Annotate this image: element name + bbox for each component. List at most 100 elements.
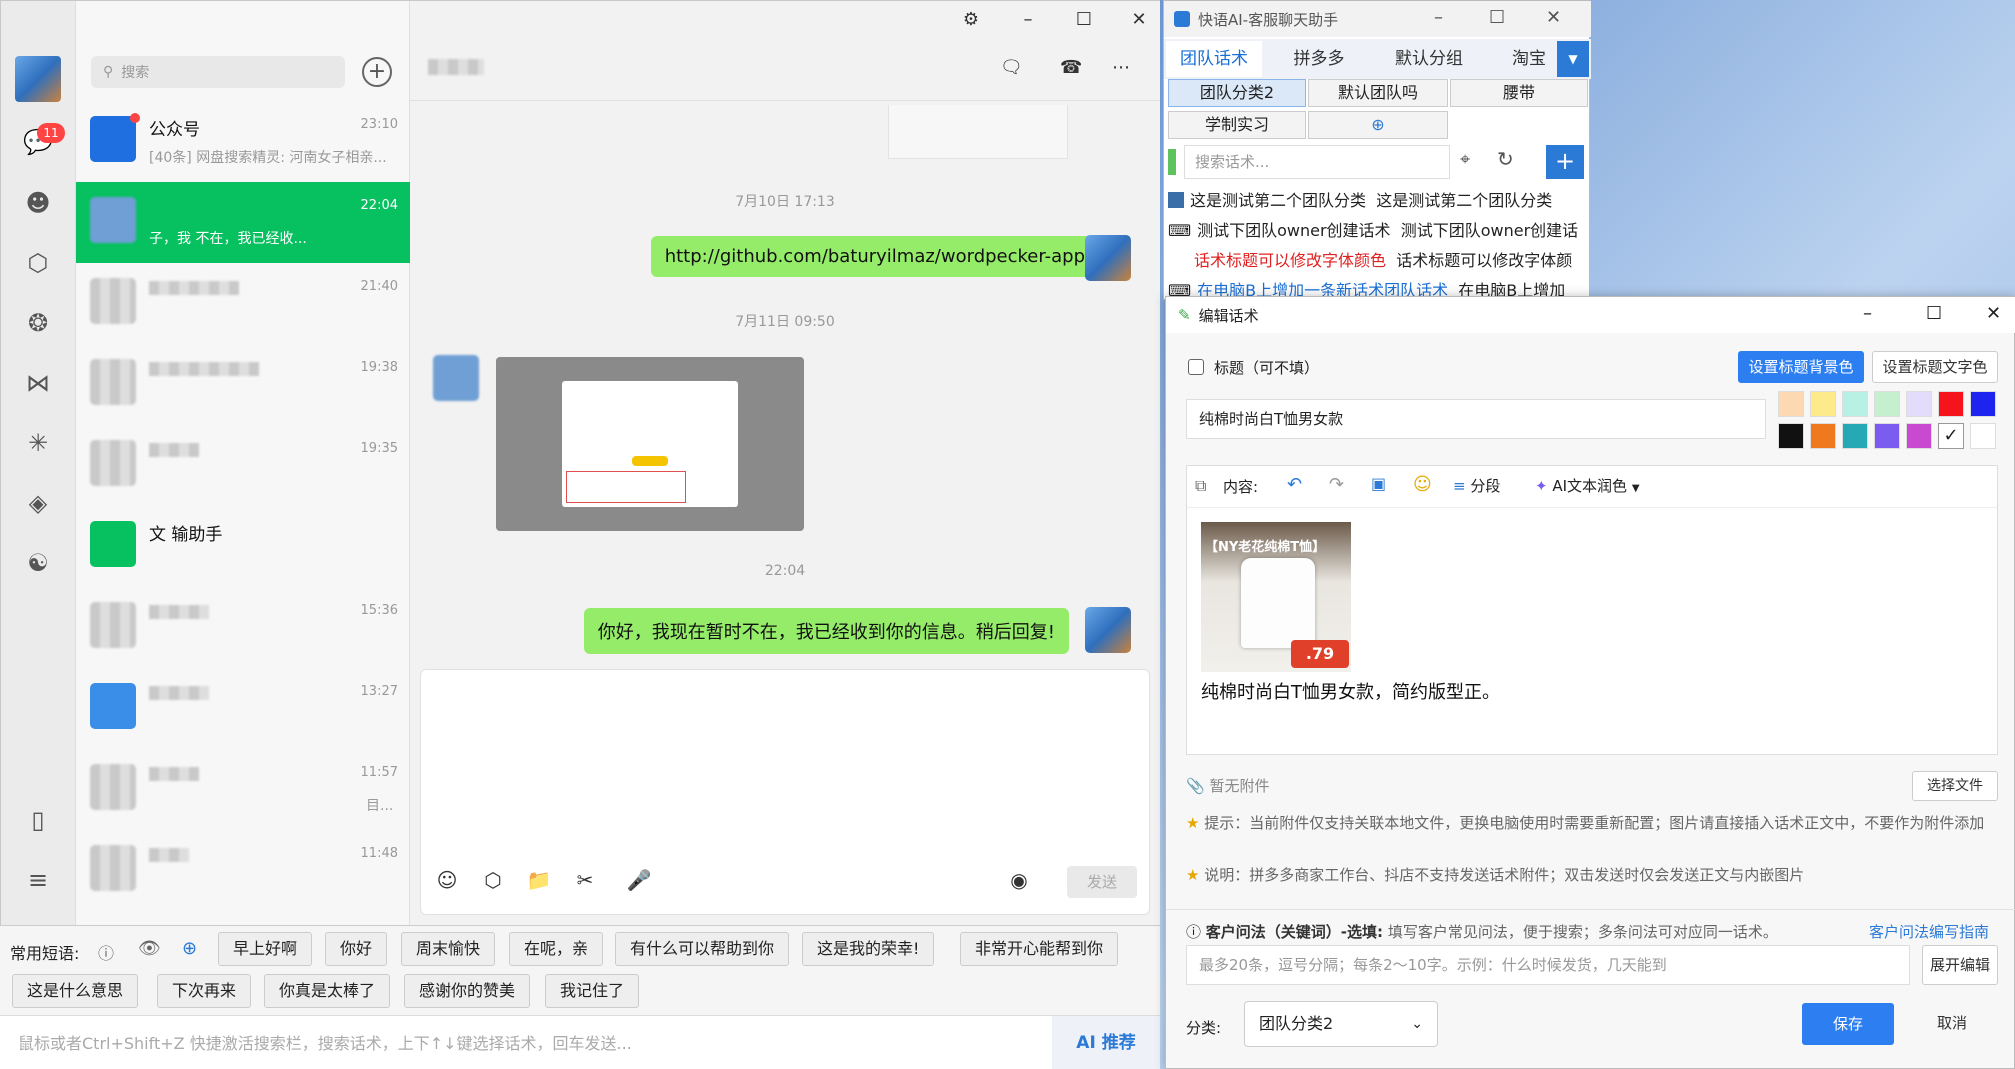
phrase-chip[interactable]: 在呢，亲 xyxy=(509,932,604,966)
send-button[interactable]: 发送 xyxy=(1067,866,1137,898)
script-search-input[interactable]: 搜索话术... xyxy=(1184,145,1450,179)
tab-pinduoduo[interactable]: 拼多多 xyxy=(1274,41,1364,77)
ai-recommend-button[interactable]: AI 推荐 xyxy=(1052,1016,1160,1069)
maximize-icon[interactable]: ☐ xyxy=(1926,303,1942,324)
sent-message-bubble[interactable]: 你好，我现在暂时不在，我已经收到你的信息。稍后回复! xyxy=(583,608,1069,654)
channels-icon[interactable]: ⋈ xyxy=(21,366,55,400)
maximize-icon[interactable]: ☐ xyxy=(1489,7,1505,28)
favorites-icon[interactable]: ⬡ xyxy=(21,246,55,280)
cancel-button[interactable]: 取消 xyxy=(1906,1003,1998,1045)
chat-item[interactable]: 11:57 目... xyxy=(76,749,410,830)
close-icon[interactable]: ✕ xyxy=(1546,7,1561,28)
discover-icon[interactable]: ✳ xyxy=(21,426,55,460)
contacts-icon[interactable]: ☻ xyxy=(21,186,55,220)
close-icon[interactable]: ✕ xyxy=(1128,9,1150,31)
user-avatar[interactable] xyxy=(15,56,61,102)
question-input[interactable]: 最多20条，逗号分隔；每条2～10字。示例：什么时候发货，几天能到 xyxy=(1186,945,1910,985)
chat-options-icon[interactable]: 🗨 xyxy=(1000,57,1023,79)
script-row[interactable]: 话术标题可以修改字体颜色 话术标题可以修改字体颜 xyxy=(1168,247,1588,275)
eye-icon[interactable]: 👁 xyxy=(138,938,161,959)
miniprogram-icon[interactable]: ◈ xyxy=(21,486,55,520)
phrase-chip[interactable]: 非常开心能帮到你 xyxy=(960,932,1119,966)
minimize-icon[interactable]: – xyxy=(1017,9,1039,31)
color-swatch[interactable] xyxy=(1810,423,1836,449)
chat-item[interactable]: 文 输助手 xyxy=(76,506,410,587)
tab-team-scripts[interactable]: 团队话术 xyxy=(1166,41,1262,77)
minimize-icon[interactable]: – xyxy=(1434,7,1443,28)
redo-icon[interactable]: ↷ xyxy=(1329,474,1344,495)
phrase-search-input[interactable]: 鼠标或者Ctrl+Shift+Z 快捷激活搜索栏，搜索话术，上下↑↓键选择话术，… xyxy=(0,1015,1160,1069)
emoji-icon[interactable]: ☺ xyxy=(1413,474,1432,495)
chat-item[interactable]: 19:38 xyxy=(76,344,410,425)
phone-icon[interactable]: ▯ xyxy=(21,803,55,837)
question-guide-link[interactable]: 客户问法编写指南 xyxy=(1869,921,1989,942)
voice-to-text-icon[interactable]: ◉ xyxy=(1005,868,1033,896)
emoji-icon[interactable]: ☺ xyxy=(433,868,461,896)
tab-default-group[interactable]: 默认分组 xyxy=(1374,41,1484,77)
color-swatch[interactable] xyxy=(1938,391,1964,417)
maximize-icon[interactable]: ☐ xyxy=(1073,9,1095,31)
tab-dropdown-icon[interactable]: ▼ xyxy=(1557,41,1589,77)
phrase-chip[interactable]: 这是我的荣幸! xyxy=(802,932,935,966)
undo-icon[interactable]: ↶ xyxy=(1287,474,1302,495)
title-input[interactable]: 纯棉时尚白T恤男女款 xyxy=(1186,399,1766,439)
title-checkbox[interactable] xyxy=(1188,359,1204,375)
chat-item[interactable]: 11:48 xyxy=(76,830,410,911)
color-swatch[interactable] xyxy=(1906,423,1932,449)
help-icon[interactable]: ⓘ xyxy=(98,940,114,964)
product-image[interactable]: 【NY老花纯棉T恤】 .79 xyxy=(1201,522,1351,672)
phrase-chip[interactable]: 早上好啊 xyxy=(218,932,313,966)
phrase-chip[interactable]: 下次再来 xyxy=(157,974,252,1008)
search-input[interactable]: ⚲ 搜索 xyxy=(91,56,345,88)
script-row[interactable]: 这是测试第二个团队分类 这是测试第二个团队分类 xyxy=(1168,187,1588,215)
expand-edit-button[interactable]: 展开编辑 xyxy=(1922,945,1998,985)
color-swatch[interactable] xyxy=(1874,423,1900,449)
set-title-text-color-button[interactable]: 设置标题文字色 xyxy=(1872,351,1998,383)
phrase-chip[interactable]: 我记住了 xyxy=(545,974,640,1008)
chat-item[interactable]: 19:35 xyxy=(76,425,410,506)
add-script-button[interactable]: + xyxy=(1546,145,1584,179)
color-swatch[interactable] xyxy=(1778,423,1804,449)
microphone-icon[interactable]: 🎤 xyxy=(625,868,653,896)
favorites-icon[interactable]: ⬡ xyxy=(479,868,507,896)
scissors-icon[interactable]: ✂ xyxy=(571,868,599,896)
phrase-chip[interactable]: 这是什么意思 xyxy=(12,974,139,1008)
chat-item[interactable]: 公众号 23:10 [40条] 网盘搜索精灵: 河南女子相亲... xyxy=(76,101,410,182)
color-swatch[interactable] xyxy=(1842,423,1868,449)
message-input[interactable]: ☺ ⬡ 📁 ✂ 🎤 ◉ 发送 xyxy=(420,669,1150,915)
category-belt[interactable]: 腰带 xyxy=(1450,79,1588,107)
locate-icon[interactable]: ⌖ xyxy=(1460,149,1470,170)
color-swatch[interactable] xyxy=(1874,391,1900,417)
color-swatch[interactable] xyxy=(1970,423,1996,449)
color-swatch[interactable] xyxy=(1842,391,1868,417)
pin-icon[interactable]: ⚙ xyxy=(960,9,982,31)
save-button[interactable]: 保存 xyxy=(1802,1003,1894,1045)
color-swatch[interactable] xyxy=(1778,391,1804,417)
mini-games-icon[interactable]: ☯ xyxy=(21,546,55,580)
close-icon[interactable]: ✕ xyxy=(1986,303,2001,324)
color-swatch-selected[interactable]: ✓ xyxy=(1938,423,1964,449)
set-title-bg-button[interactable]: 设置标题背景色 xyxy=(1738,351,1864,383)
phrase-chip[interactable]: 周末愉快 xyxy=(401,932,496,966)
color-swatch[interactable] xyxy=(1970,391,1996,417)
folder-icon[interactable]: 📁 xyxy=(525,868,553,896)
category-default-team[interactable]: 默认团队吗 xyxy=(1308,79,1448,107)
add-chat-button[interactable]: + xyxy=(362,57,392,87)
image-message[interactable] xyxy=(496,357,804,531)
add-category-icon[interactable]: ⊕ xyxy=(1308,111,1448,139)
sent-message-bubble[interactable]: http://github.com/baturyilmaz/wordpecker… xyxy=(650,236,1099,277)
minimize-icon[interactable]: – xyxy=(1863,303,1872,324)
content-editor[interactable]: ⧉ 内容: ↶ ↷ ▣ ☺ ≡ 分段 ✦ AI文本润色 ▼ 【NY老花纯棉T恤】… xyxy=(1186,465,1998,755)
script-row[interactable]: ⌨ 测试下团队owner创建话术 测试下团队owner创建话 xyxy=(1168,217,1588,245)
chat-item[interactable]: 13:27 xyxy=(76,668,410,749)
segment-button[interactable]: ≡ 分段 xyxy=(1453,475,1500,496)
category-select[interactable]: 团队分类2 ⌄ xyxy=(1244,1001,1438,1047)
choose-file-button[interactable]: 选择文件 xyxy=(1912,771,1998,801)
ai-polish-button[interactable]: ✦ AI文本润色 ▼ xyxy=(1535,475,1640,496)
phrase-chip[interactable]: 感谢你的赞美 xyxy=(404,974,531,1008)
copy-icon[interactable]: ⧉ xyxy=(1195,476,1206,496)
add-phrase-icon[interactable]: ⊕ xyxy=(182,938,197,959)
phrase-chip[interactable]: 你好 xyxy=(325,932,388,966)
menu-icon[interactable]: ≡ xyxy=(21,863,55,897)
phrase-chip[interactable]: 你真是太棒了 xyxy=(264,974,391,1008)
